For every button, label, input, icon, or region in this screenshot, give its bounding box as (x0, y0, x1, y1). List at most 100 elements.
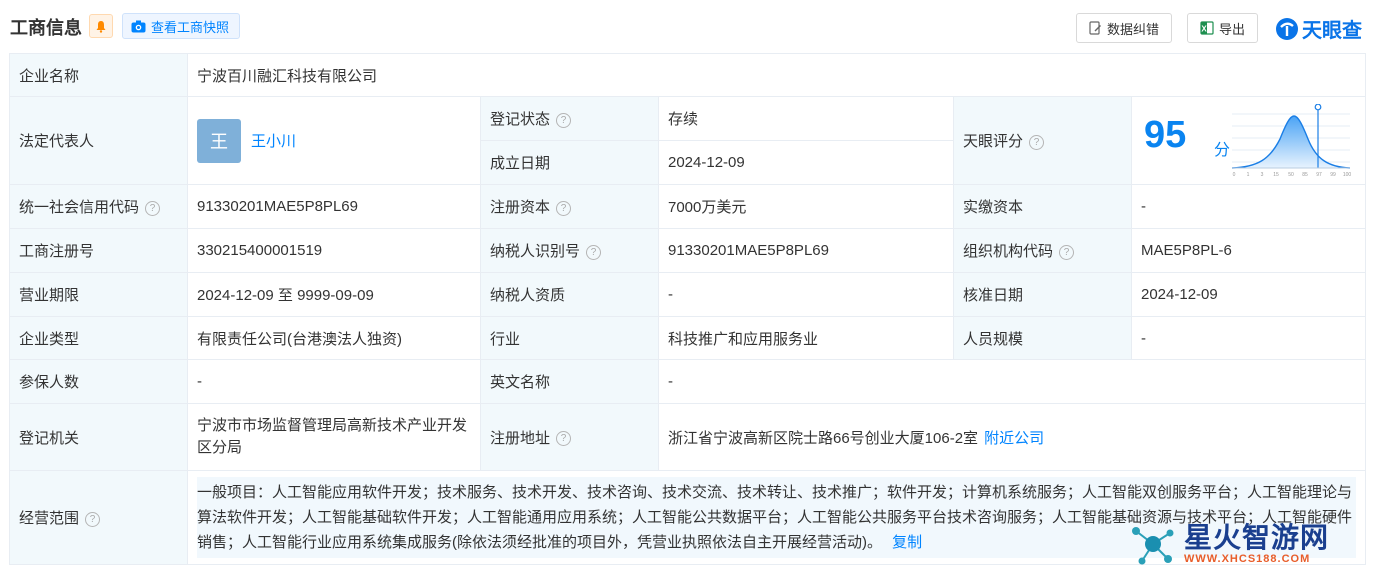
org-code-label-cell: 组织机构代码? (953, 228, 1132, 273)
insured-label: 参保人数 (9, 359, 188, 404)
credit-code-value: 91330201MAE5P8PL69 (187, 184, 481, 229)
score-label-cell: 天眼评分? (953, 96, 1132, 185)
reg-address-value: 浙江省宁波高新区院士路66号创业大厦106-2室 (668, 429, 979, 447)
score-distribution-chart: 0 1 3 15 50 85 97 99 100 (1231, 103, 1352, 178)
reg-status-value: 存续 (658, 96, 954, 141)
data-correction-label: 数据纠错 (1107, 21, 1160, 37)
reg-status-label: 登记状态 (490, 111, 551, 128)
org-code-value: MAE5P8PL-6 (1130, 228, 1367, 273)
top-bar: 工商信息 查看工商快照 数据纠错 X 导出 天眼查 (0, 0, 1378, 52)
english-name-label: 英文名称 (480, 359, 659, 404)
score-tick: 15 (1273, 172, 1279, 178)
reg-address-label-cell: 注册地址? (480, 403, 659, 471)
table-row: 营业期限 2024-12-09 至 9999-09-09 纳税人资质 - 核准日… (9, 272, 1367, 317)
business-info-table: 企业名称 宁波百川融汇科技有限公司 法定代表人 王王小川 登记状态? 存续 天眼… (9, 53, 1367, 565)
credit-code-label: 统一社会信用代码 (19, 199, 140, 216)
taxpayer-id-label: 纳税人识别号 (490, 243, 581, 260)
table-row: 登记机关 宁波市市场监督管理局高新技术产业开发区分局 注册地址? 浙江省宁波高新… (9, 403, 1367, 471)
company-type-label: 企业类型 (9, 316, 188, 360)
help-icon[interactable]: ? (1059, 244, 1075, 260)
table-row: 法定代表人 王王小川 登记状态? 存续 天眼评分? 95 分 0 1 3 15 … (9, 96, 1367, 185)
watermark-text: 星火智游网 WWW.XHCS188.COM (1184, 522, 1330, 566)
established-label: 成立日期 (480, 140, 659, 185)
reg-capital-label-cell: 注册资本? (480, 184, 659, 229)
legal-rep-label: 法定代表人 (9, 96, 188, 185)
help-icon[interactable]: ? (145, 200, 161, 216)
score-label: 天眼评分 (963, 133, 1024, 150)
approval-date-value: 2024-12-09 (1130, 272, 1367, 317)
taxpayer-qual-value: - (658, 272, 954, 317)
help-icon[interactable]: ? (556, 112, 572, 128)
staff-size-label: 人员规模 (953, 316, 1132, 360)
table-row: 参保人数 - 英文名称 - (9, 359, 1367, 404)
table-row: 工商注册号 330215400001519 纳税人识别号? 91330201MA… (9, 228, 1367, 273)
score-tick: 99 (1330, 172, 1336, 178)
org-code-label: 组织机构代码 (963, 243, 1054, 260)
score-tick: 1 (1247, 172, 1250, 178)
english-name-value: - (657, 359, 1367, 404)
reg-authority-value: 宁波市市场监督管理局高新技术产业开发区分局 (187, 403, 481, 471)
camera-icon (131, 20, 146, 32)
credit-code-label-cell: 统一社会信用代码? (9, 184, 188, 229)
reg-address-cell: 浙江省宁波高新区院士路66号创业大厦106-2室 附近公司 (657, 403, 1367, 471)
taxpayer-id-value: 91330201MAE5P8PL69 (658, 228, 954, 273)
score-cell: 95 分 0 1 3 15 50 85 97 99 100 (1130, 96, 1367, 185)
biz-reg-no-label: 工商注册号 (9, 228, 188, 273)
data-correction-button[interactable]: 数据纠错 (1076, 13, 1173, 43)
excel-icon: X (1200, 21, 1214, 35)
help-icon[interactable]: ? (1029, 134, 1045, 150)
table-row: 企业名称 宁波百川融汇科技有限公司 (9, 53, 1367, 97)
score-tick: 100 (1343, 172, 1352, 178)
reg-capital-value: 7000万美元 (658, 184, 954, 229)
watermark: 星火智游网 WWW.XHCS188.COM (1128, 514, 1368, 574)
table-row: 企业类型 有限责任公司(台港澳法人独资) 行业 科技推广和应用服务业 人员规模 … (9, 316, 1367, 360)
watermark-sub: WWW.XHCS188.COM (1184, 553, 1311, 565)
logo-text: 天眼查 (1302, 20, 1362, 42)
insured-value: - (187, 359, 481, 404)
score-value: 95 (1144, 113, 1187, 156)
biz-term-value: 2024-12-09 至 9999-09-09 (187, 272, 481, 317)
tianyancha-logo: 天眼查 (1275, 14, 1362, 43)
copy-link[interactable]: 复制 (892, 534, 922, 551)
reg-status-label-cell: 登记状态? (480, 96, 659, 141)
avatar[interactable]: 王 (197, 118, 241, 163)
edit-doc-icon (1089, 21, 1101, 35)
bell-icon[interactable] (89, 14, 113, 38)
staff-size-value: - (1130, 316, 1367, 360)
help-icon[interactable]: ? (85, 511, 101, 527)
help-icon[interactable]: ? (556, 200, 572, 216)
view-snapshot-label: 查看工商快照 (151, 19, 230, 35)
company-type-value: 有限责任公司(台港澳法人独资) (187, 316, 481, 360)
watermark-main: 星火智游网 (1184, 522, 1330, 553)
industry-label: 行业 (480, 316, 659, 360)
legal-rep-link[interactable]: 王小川 (251, 133, 296, 150)
company-name-value: 宁波百川融汇科技有限公司 (186, 53, 1367, 97)
score-tick: 0 (1233, 172, 1236, 178)
reg-authority-label: 登记机关 (9, 403, 188, 471)
approval-date-label: 核准日期 (953, 272, 1132, 317)
taxpayer-qual-label: 纳税人资质 (480, 272, 659, 317)
established-value: 2024-12-09 (658, 140, 954, 185)
help-icon[interactable]: ? (556, 431, 572, 447)
paid-capital-value: - (1130, 184, 1367, 229)
export-button[interactable]: X 导出 (1187, 13, 1259, 43)
taxpayer-id-label-cell: 纳税人识别号? (480, 228, 659, 273)
score-tick: 97 (1316, 172, 1322, 178)
industry-value: 科技推广和应用服务业 (658, 316, 954, 360)
reg-capital-label: 注册资本 (490, 199, 551, 216)
score-tick: 85 (1302, 172, 1308, 178)
biz-term-label: 营业期限 (9, 272, 188, 317)
molecule-logo-icon (1132, 527, 1174, 565)
biz-scope-label: 经营范围 (19, 510, 80, 527)
reg-address-label: 注册地址 (490, 429, 551, 447)
score-widget[interactable]: 95 分 0 1 3 15 50 85 97 99 100 (1132, 98, 1365, 184)
biz-scope-label-cell: 经营范围? (9, 470, 188, 565)
score-tick: 3 (1261, 172, 1264, 178)
nearby-companies-link[interactable]: 附近公司 (984, 430, 1044, 447)
tianyancha-logo-icon (1276, 17, 1298, 40)
legal-rep-cell: 王王小川 (187, 96, 481, 185)
help-icon[interactable]: ? (586, 244, 602, 260)
table-row: 统一社会信用代码? 91330201MAE5P8PL69 注册资本? 7000万… (9, 184, 1367, 229)
company-name-label: 企业名称 (9, 53, 188, 97)
view-snapshot-button[interactable]: 查看工商快照 (122, 13, 241, 39)
